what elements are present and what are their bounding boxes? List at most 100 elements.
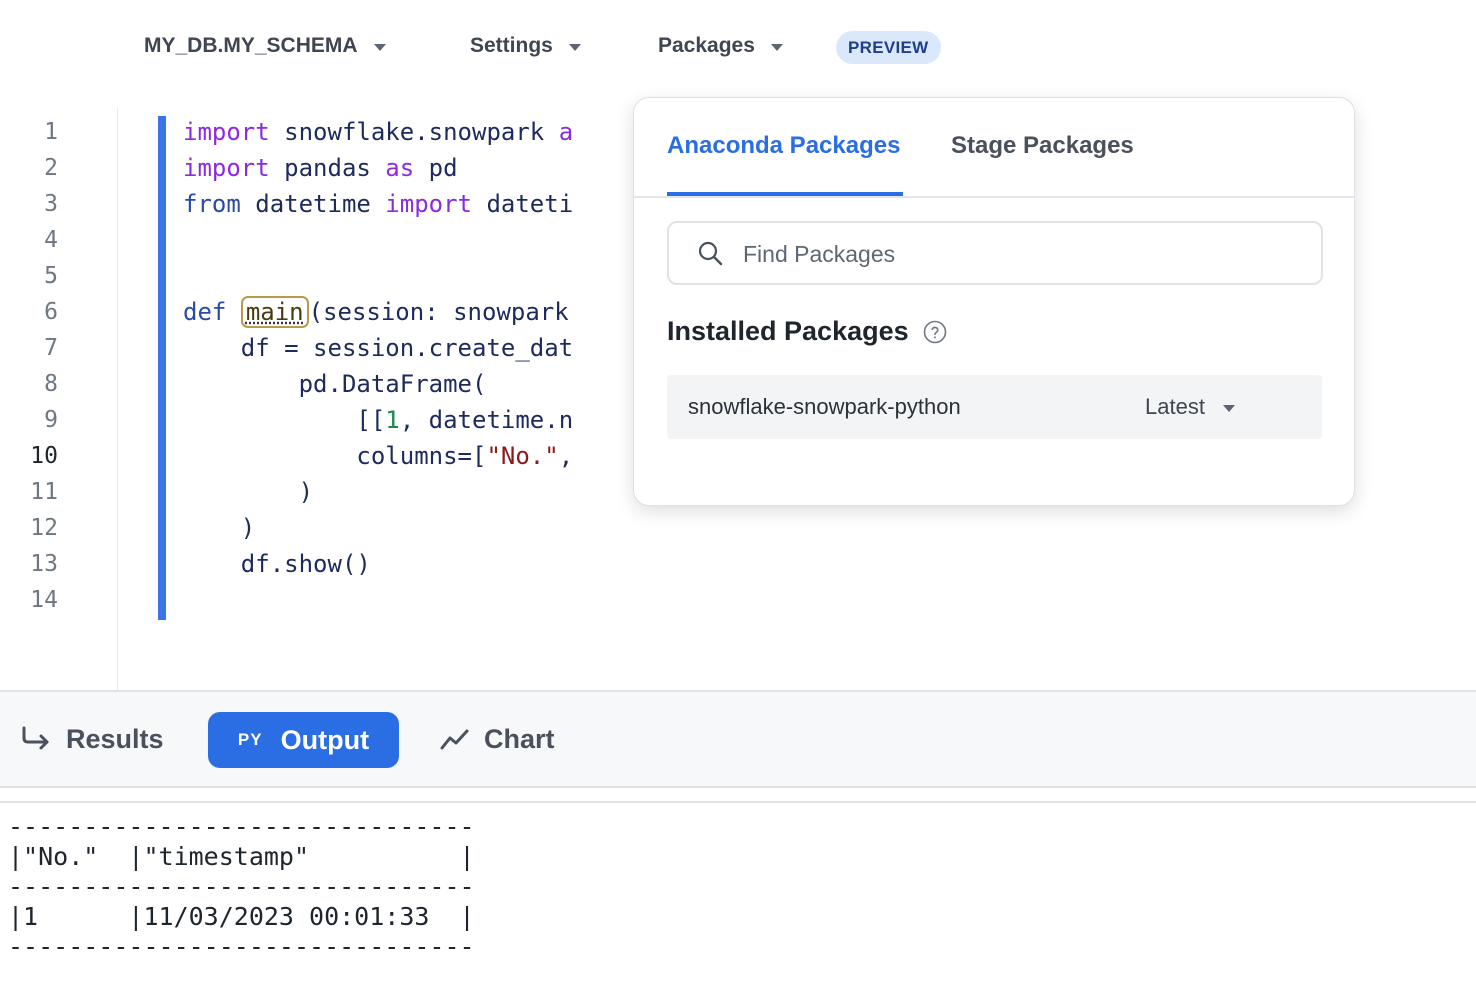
active-tab-indicator xyxy=(667,192,903,196)
tab-anaconda-packages[interactable]: Anaconda Packages xyxy=(667,132,900,160)
code-token: pd.DataFrame( xyxy=(183,370,487,398)
package-search[interactable] xyxy=(667,221,1323,285)
tab-output[interactable]: PY Output xyxy=(208,712,399,768)
settings-label: Settings xyxy=(470,34,553,57)
code-line: ) xyxy=(183,474,573,510)
code-token: (session: snowpark xyxy=(308,298,569,326)
code-line: df = session.create_dat xyxy=(183,330,573,366)
highlighted-symbol: main xyxy=(240,296,309,328)
chevron-down-icon xyxy=(1222,404,1235,412)
search-input[interactable] xyxy=(741,223,1305,285)
chevron-down-icon xyxy=(373,43,386,51)
output-line: ------------------------------- xyxy=(8,932,475,961)
code-token: as xyxy=(385,154,415,182)
line-number: 5 xyxy=(44,263,58,289)
code-line: import pandas as pd xyxy=(183,150,573,186)
chevron-down-icon xyxy=(568,43,581,51)
code-line: import snowflake.snowpark a xyxy=(183,114,573,150)
chart-label: Chart xyxy=(484,723,555,754)
code-token: columns=[ xyxy=(183,442,487,470)
packages-popover: Anaconda Packages Stage Packages Install… xyxy=(633,97,1355,506)
line-number-gutter: 1 2 3 4 5 6 7 8 9 10 11 12 13 14 xyxy=(0,114,70,618)
output-label: Output xyxy=(280,724,370,755)
results-label: Results xyxy=(66,723,164,754)
cell-active-indicator xyxy=(158,116,166,620)
code-token: pandas xyxy=(269,154,386,182)
line-number: 6 xyxy=(44,299,58,325)
output-console: ------------------------------- |"No." |… xyxy=(8,812,475,962)
divider xyxy=(0,801,1476,803)
line-number: 1 xyxy=(44,119,58,145)
tab-chart[interactable]: Chart xyxy=(440,692,555,786)
settings-menu[interactable]: Settings xyxy=(470,34,581,58)
output-line: ------------------------------- xyxy=(8,812,475,841)
code-token: df.show() xyxy=(183,550,371,578)
code-token: df = session.create_dat xyxy=(183,334,574,362)
installed-title: Installed Packages xyxy=(667,316,909,346)
context-selector[interactable]: MY_DB.MY_SCHEMA xyxy=(144,34,386,58)
search-icon xyxy=(698,241,723,266)
package-tabs: Anaconda Packages Stage Packages xyxy=(634,98,1354,198)
tab-stage-packages[interactable]: Stage Packages xyxy=(951,132,1134,160)
line-number: 7 xyxy=(44,335,58,361)
version-selector[interactable]: Latest xyxy=(1145,375,1235,439)
code-content[interactable]: import snowflake.snowpark a import pandas… xyxy=(183,114,573,618)
code-line: ) xyxy=(183,510,573,546)
code-token: [[ xyxy=(183,406,386,434)
code-token: pd xyxy=(414,154,458,182)
package-row: snowflake-snowpark-python Latest xyxy=(667,375,1322,439)
tab-results[interactable]: Results xyxy=(20,692,164,786)
context-label: MY_DB.MY_SCHEMA xyxy=(144,34,358,57)
code-token: ) xyxy=(183,514,256,542)
line-number: 4 xyxy=(44,227,58,253)
packages-menu[interactable]: Packages xyxy=(658,34,783,58)
line-number: 13 xyxy=(30,551,58,577)
chevron-down-icon xyxy=(770,43,783,51)
code-token: def xyxy=(183,298,227,326)
line-chart-icon xyxy=(440,729,469,750)
code-token: datetime xyxy=(240,190,386,218)
line-number: 12 xyxy=(30,515,58,541)
code-token: "No." xyxy=(486,442,559,470)
help-icon[interactable] xyxy=(923,320,947,344)
code-token: from xyxy=(183,190,241,218)
packages-label: Packages xyxy=(658,34,755,57)
line-number: 10 xyxy=(30,443,58,469)
code-token: snowflake.snowpark xyxy=(269,118,559,146)
python-icon: PY xyxy=(237,730,263,749)
line-number: 14 xyxy=(30,587,58,613)
version-label: Latest xyxy=(1145,394,1205,419)
code-token: a xyxy=(558,118,574,146)
line-number: 11 xyxy=(30,479,58,505)
code-line: pd.DataFrame( xyxy=(183,366,573,402)
code-token: import xyxy=(183,154,270,182)
code-line: df.show() xyxy=(183,546,573,582)
code-line: def main (session: snowpark xyxy=(183,294,573,330)
code-line: from datetime import dateti xyxy=(183,186,573,222)
gutter-divider xyxy=(117,108,118,690)
top-toolbar: MY_DB.MY_SCHEMA Settings Packages PREVIE… xyxy=(0,0,1476,96)
code-token: import xyxy=(183,118,270,146)
preview-badge: PREVIEW xyxy=(836,31,941,64)
line-number: 2 xyxy=(44,155,58,181)
code-line: [[1, datetime.n xyxy=(183,402,573,438)
installed-packages-heading: Installed Packages xyxy=(667,316,947,347)
code-token: , datetime.n xyxy=(399,406,574,434)
code-line: columns=["No.", xyxy=(183,438,573,474)
code-token: import xyxy=(385,190,472,218)
return-arrow-icon xyxy=(22,726,49,750)
output-line: |1 |11/03/2023 00:01:33 | xyxy=(8,902,475,931)
line-number: 3 xyxy=(44,191,58,217)
line-number: 8 xyxy=(44,371,58,397)
code-token: , xyxy=(558,442,574,470)
output-line: ------------------------------- xyxy=(8,872,475,901)
code-token: dateti xyxy=(472,190,574,218)
code-token: ) xyxy=(183,478,314,506)
code-token: 1 xyxy=(385,406,400,434)
line-number: 9 xyxy=(44,407,58,433)
package-name: snowflake-snowpark-python xyxy=(688,394,961,419)
